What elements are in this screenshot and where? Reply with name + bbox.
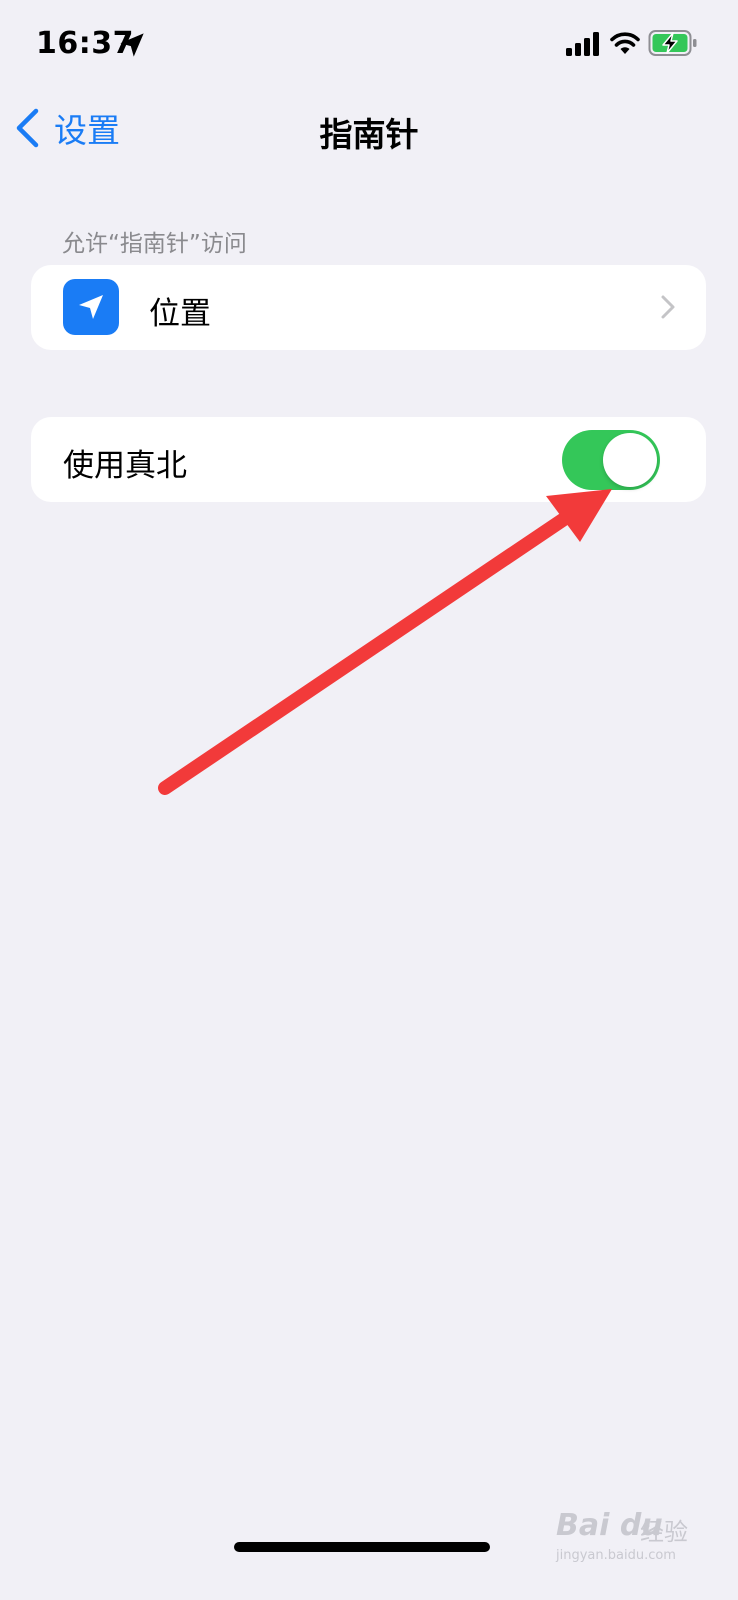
toggle-knob (603, 433, 657, 487)
location-arrow-icon (79, 295, 103, 319)
cellular-signal-icon (566, 32, 599, 56)
navigation-bar: 设置 指南针 (0, 96, 738, 160)
page-title: 指南针 (319, 115, 419, 154)
true-north-toggle[interactable] (562, 430, 660, 490)
true-north-label: 使用真北 (63, 448, 187, 484)
watermark-text: 经验 (640, 1518, 688, 1546)
chevron-right-icon (661, 295, 675, 319)
location-arrow-icon (120, 33, 144, 57)
watermark: Bai du 经验 jingyan.baidu.com (556, 1500, 696, 1566)
location-label: 位置 (149, 296, 211, 332)
status-bar: 16:37 (0, 0, 738, 92)
wifi-icon (610, 32, 640, 54)
true-north-row: 使用真北 (31, 417, 706, 502)
battery-charging-icon (648, 30, 697, 56)
section-header-access: 允许“指南针”访问 (62, 231, 247, 257)
home-indicator[interactable] (234, 1542, 490, 1552)
location-row[interactable]: 位置 (31, 265, 706, 350)
location-app-icon (63, 279, 119, 335)
watermark-url: jingyan.baidu.com (556, 1548, 676, 1563)
